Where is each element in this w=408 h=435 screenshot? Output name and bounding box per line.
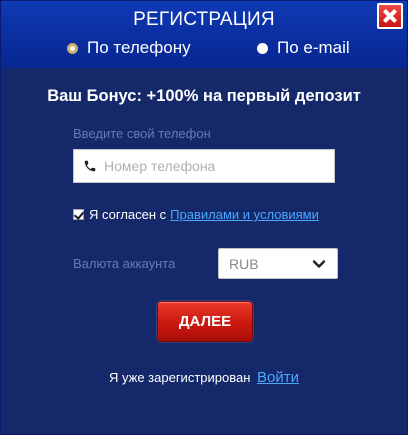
next-button[interactable]: ДАЛЕЕ [157, 301, 253, 342]
phone-input[interactable] [104, 158, 324, 174]
currency-select[interactable]: RUB [218, 248, 338, 279]
agreement-row: Я согласен с Правилами и условиями [73, 207, 319, 222]
already-registered-text: Я уже зарегистрирован [108, 370, 251, 385]
currency-selected-value: RUB [229, 255, 259, 272]
radio-selected-icon[interactable] [67, 42, 78, 54]
agreement-text: Я согласен с [89, 207, 167, 222]
modal-title: РЕГИСТРАЦИЯ [133, 9, 275, 30]
bonus-banner: Ваш Бонус: +100% на первый депозит [47, 87, 361, 105]
tab-by-email-label: По e-mail [277, 38, 350, 57]
login-prompt: Я уже зарегистрирован Войти [1, 369, 407, 386]
radio-unselected-icon[interactable] [257, 42, 268, 54]
phone-input-wrapper [73, 149, 335, 183]
phone-icon [83, 158, 99, 174]
tab-by-phone-label: По телефону [87, 38, 191, 57]
agreement-checkbox[interactable] [73, 209, 84, 220]
close-icon[interactable] [377, 3, 403, 29]
currency-label: Валюта аккаунта [73, 256, 176, 271]
modal-header: РЕГИСТРАЦИЯ По телефону По e-mail [1, 1, 407, 68]
registration-modal: РЕГИСТРАЦИЯ По телефону По e-mail Ваш Бо… [0, 0, 408, 435]
tab-by-phone[interactable]: По телефону [67, 38, 191, 58]
terms-link[interactable]: Правилами и условиями [170, 207, 319, 222]
chevron-down-icon [311, 256, 327, 272]
phone-field-label: Введите свой телефон [73, 126, 211, 141]
login-link[interactable]: Войти [257, 369, 299, 386]
tab-by-email[interactable]: По e-mail [257, 38, 350, 58]
